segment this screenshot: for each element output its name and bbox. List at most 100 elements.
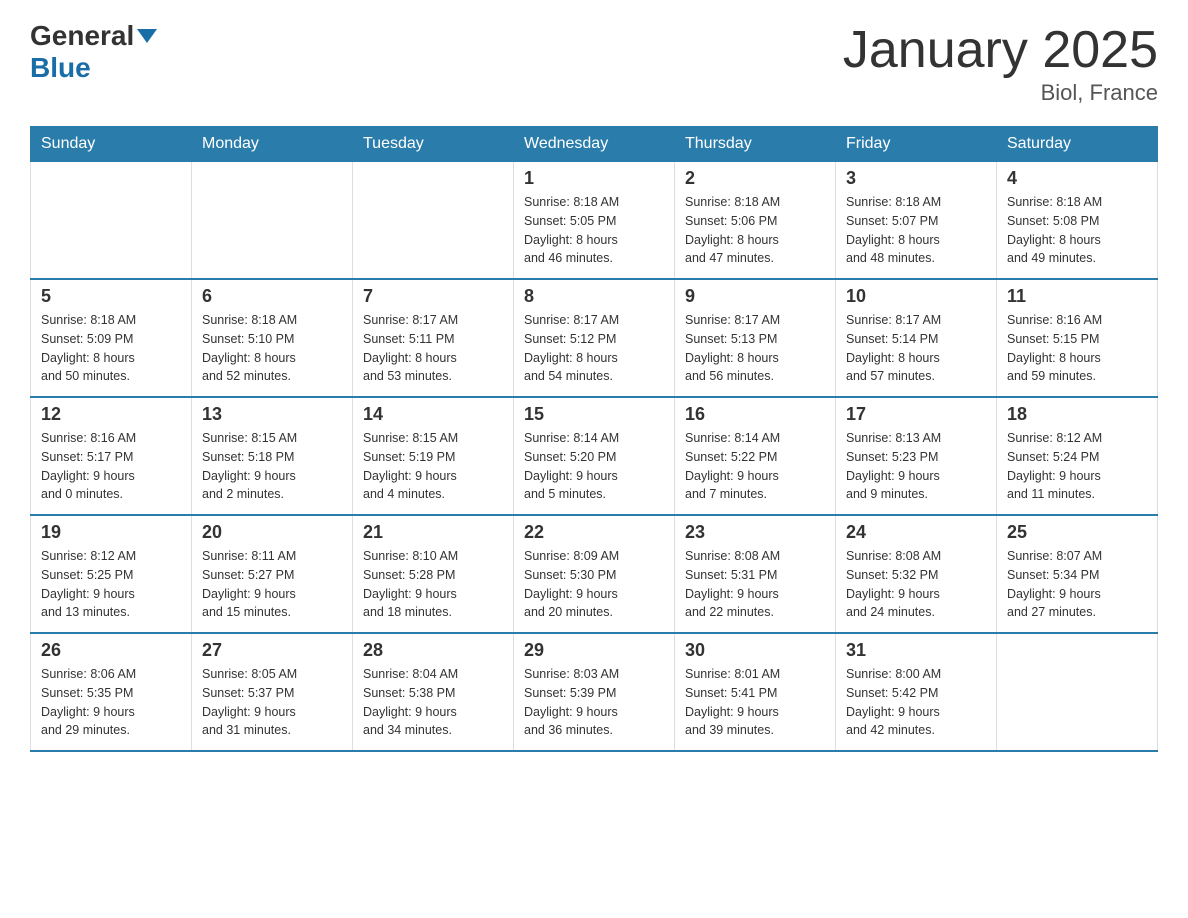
week-row-4: 19Sunrise: 8:12 AMSunset: 5:25 PMDayligh… [31,515,1158,633]
calendar-cell: 23Sunrise: 8:08 AMSunset: 5:31 PMDayligh… [675,515,836,633]
sun-info: Sunrise: 8:04 AMSunset: 5:38 PMDaylight:… [363,665,503,740]
calendar-title: January 2025 [843,20,1158,80]
sun-info: Sunrise: 8:00 AMSunset: 5:42 PMDaylight:… [846,665,986,740]
day-number: 30 [685,640,825,661]
sun-info: Sunrise: 8:17 AMSunset: 5:14 PMDaylight:… [846,311,986,386]
sun-info: Sunrise: 8:11 AMSunset: 5:27 PMDaylight:… [202,547,342,622]
day-number: 19 [41,522,181,543]
calendar-cell: 30 Sunrise: 8:01 AMSunset: 5:41 PMDayligh… [675,633,836,751]
day-number: 31 [846,640,986,661]
day-number: 16 [685,404,825,425]
calendar-cell: 9 Sunrise: 8:17 AMSunset: 5:13 PMDaylight… [675,279,836,397]
sun-info: Sunrise: 8:07 AMSunset: 5:34 PMDaylight:… [1007,547,1147,622]
day-number: 25 [1007,522,1147,543]
sun-info: Sunrise: 8:08 AMSunset: 5:32 PMDaylight:… [846,547,986,622]
logo-arrow-icon [137,29,157,43]
calendar-cell: 24 Sunrise: 8:08 AMSunset: 5:32 PMDayligh… [836,515,997,633]
day-header-friday: Friday [836,127,997,162]
calendar-cell: 16 Sunrise: 8:14 AMSunset: 5:22 PMDayligh… [675,397,836,515]
day-header-sunday: Sunday [31,127,192,162]
calendar-cell: 27 Sunrise: 8:05 AMSunset: 5:37 PMDayligh… [192,633,353,751]
day-number: 7 [363,286,503,307]
day-number: 17 [846,404,986,425]
day-number: 3 [846,168,986,189]
sun-info: Sunrise: 8:01 AMSunset: 5:41 PMDaylight:… [685,665,825,740]
calendar-cell: 28 Sunrise: 8:04 AMSunset: 5:38 PMDayligh… [353,633,514,751]
logo-general-label: General [30,20,134,52]
day-number: 11 [1007,286,1147,307]
day-number: 27 [202,640,342,661]
calendar-cell [353,162,514,280]
calendar-cell [31,162,192,280]
calendar-table: SundayMondayTuesdayWednesdayThursdayFrid… [30,126,1158,752]
sun-info: Sunrise: 8:14 AMSunset: 5:22 PMDaylight:… [685,429,825,504]
sun-info: Sunrise: 8:15 AMSunset: 5:18 PMDaylight:… [202,429,342,504]
day-number: 24 [846,522,986,543]
calendar-header: SundayMondayTuesdayWednesdayThursdayFrid… [31,127,1158,162]
sun-info: Sunrise: 8:09 AMSunset: 5:30 PMDaylight:… [524,547,664,622]
title-block: January 2025 Biol, France [843,20,1158,106]
day-number: 14 [363,404,503,425]
calendar-cell: 2Sunrise: 8:18 AMSunset: 5:06 PMDaylight… [675,162,836,280]
calendar-cell: 18Sunrise: 8:12 AMSunset: 5:24 PMDayligh… [997,397,1158,515]
sun-info: Sunrise: 8:10 AMSunset: 5:28 PMDaylight:… [363,547,503,622]
sun-info: Sunrise: 8:14 AMSunset: 5:20 PMDaylight:… [524,429,664,504]
logo-general-text: General [30,20,157,52]
sun-info: Sunrise: 8:05 AMSunset: 5:37 PMDaylight:… [202,665,342,740]
day-header-row: SundayMondayTuesdayWednesdayThursdayFrid… [31,127,1158,162]
day-number: 12 [41,404,181,425]
calendar-cell [192,162,353,280]
calendar-cell: 7 Sunrise: 8:17 AMSunset: 5:11 PMDaylight… [353,279,514,397]
calendar-subtitle: Biol, France [843,80,1158,106]
day-header-thursday: Thursday [675,127,836,162]
calendar-cell: 13 Sunrise: 8:15 AMSunset: 5:18 PMDayligh… [192,397,353,515]
calendar-cell: 11 Sunrise: 8:16 AMSunset: 5:15 PMDayligh… [997,279,1158,397]
sun-info: Sunrise: 8:17 AMSunset: 5:11 PMDaylight:… [363,311,503,386]
sun-info: Sunrise: 8:06 AMSunset: 5:35 PMDaylight:… [41,665,181,740]
day-number: 23 [685,522,825,543]
sun-info: Sunrise: 8:13 AMSunset: 5:23 PMDaylight:… [846,429,986,504]
calendar-cell: 25 Sunrise: 8:07 AMSunset: 5:34 PMDayligh… [997,515,1158,633]
sun-info: Sunrise: 8:12 AMSunset: 5:24 PMDaylight:… [1007,429,1147,504]
calendar-cell: 6 Sunrise: 8:18 AMSunset: 5:10 PMDaylight… [192,279,353,397]
sun-info: Sunrise: 8:18 AMSunset: 5:05 PMDaylight:… [524,193,664,268]
calendar-cell: 17 Sunrise: 8:13 AMSunset: 5:23 PMDayligh… [836,397,997,515]
calendar-cell: 5Sunrise: 8:18 AMSunset: 5:09 PMDaylight… [31,279,192,397]
calendar-cell: 8 Sunrise: 8:17 AMSunset: 5:12 PMDaylight… [514,279,675,397]
calendar-cell: 19Sunrise: 8:12 AMSunset: 5:25 PMDayligh… [31,515,192,633]
calendar-cell: 15Sunrise: 8:14 AMSunset: 5:20 PMDayligh… [514,397,675,515]
sun-info: Sunrise: 8:17 AMSunset: 5:13 PMDaylight:… [685,311,825,386]
calendar-cell: 20 Sunrise: 8:11 AMSunset: 5:27 PMDayligh… [192,515,353,633]
calendar-cell: 26 Sunrise: 8:06 AMSunset: 5:35 PMDayligh… [31,633,192,751]
day-header-monday: Monday [192,127,353,162]
sun-info: Sunrise: 8:18 AMSunset: 5:09 PMDaylight:… [41,311,181,386]
week-row-3: 12Sunrise: 8:16 AMSunset: 5:17 PMDayligh… [31,397,1158,515]
page-header: General Blue January 2025 Biol, France [30,20,1158,106]
sun-info: Sunrise: 8:16 AMSunset: 5:15 PMDaylight:… [1007,311,1147,386]
calendar-cell [997,633,1158,751]
day-number: 9 [685,286,825,307]
day-number: 29 [524,640,664,661]
calendar-body: 1 Sunrise: 8:18 AMSunset: 5:05 PMDaylight… [31,162,1158,752]
day-number: 8 [524,286,664,307]
day-header-saturday: Saturday [997,127,1158,162]
day-number: 26 [41,640,181,661]
sun-info: Sunrise: 8:15 AMSunset: 5:19 PMDaylight:… [363,429,503,504]
sun-info: Sunrise: 8:18 AMSunset: 5:10 PMDaylight:… [202,311,342,386]
day-number: 6 [202,286,342,307]
calendar-cell: 29Sunrise: 8:03 AMSunset: 5:39 PMDayligh… [514,633,675,751]
calendar-cell: 21 Sunrise: 8:10 AMSunset: 5:28 PMDayligh… [353,515,514,633]
calendar-cell: 3Sunrise: 8:18 AMSunset: 5:07 PMDaylight… [836,162,997,280]
day-number: 20 [202,522,342,543]
sun-info: Sunrise: 8:17 AMSunset: 5:12 PMDaylight:… [524,311,664,386]
day-number: 21 [363,522,503,543]
day-number: 28 [363,640,503,661]
day-number: 22 [524,522,664,543]
week-row-5: 26 Sunrise: 8:06 AMSunset: 5:35 PMDayligh… [31,633,1158,751]
day-number: 13 [202,404,342,425]
week-row-1: 1 Sunrise: 8:18 AMSunset: 5:05 PMDaylight… [31,162,1158,280]
calendar-cell: 12Sunrise: 8:16 AMSunset: 5:17 PMDayligh… [31,397,192,515]
logo-blue-text: Blue [30,52,91,84]
day-number: 10 [846,286,986,307]
day-number: 1 [524,168,664,189]
